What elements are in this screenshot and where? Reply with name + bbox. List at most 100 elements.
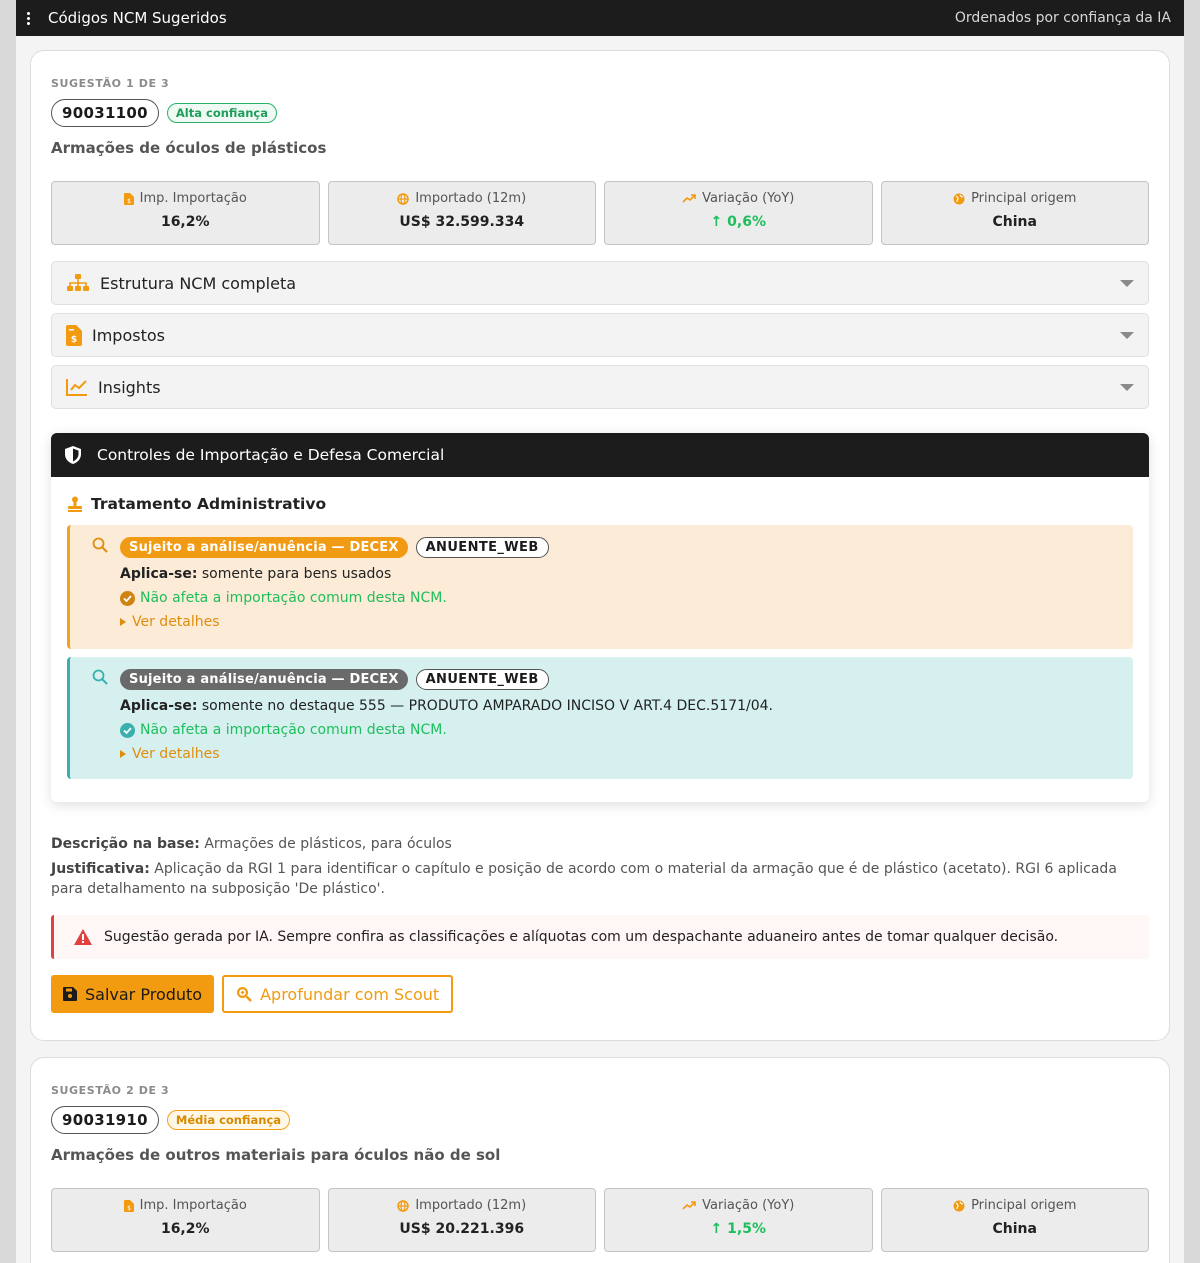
warning-text: Sugestão gerada por IA. Sempre confira a… bbox=[104, 929, 1059, 945]
stat-label: Variação (YoY) bbox=[702, 1198, 795, 1213]
warning-triangle-icon bbox=[74, 929, 92, 945]
stat-value: 16,2% bbox=[160, 214, 210, 230]
stat-main-origin: Principal origem China bbox=[880, 181, 1149, 245]
accordion-label: Insights bbox=[98, 377, 161, 397]
accordion-insights[interactable]: Insights bbox=[51, 365, 1149, 409]
status-ok-text: Não afeta a importação comum desta NCM. bbox=[140, 590, 447, 606]
search-icon bbox=[92, 669, 108, 685]
tax-document-icon: $ bbox=[123, 1199, 134, 1212]
description-block: Descrição na base: Armações de plásticos… bbox=[51, 834, 1149, 899]
stat-import-tax: $ Imp. Importação 16,2% bbox=[51, 181, 320, 245]
applies-text: somente para bens usados bbox=[201, 566, 392, 582]
globe-icon bbox=[397, 192, 410, 205]
caret-right-icon bbox=[120, 750, 126, 758]
check-circle-icon bbox=[120, 590, 135, 606]
details-label: Ver detalhes bbox=[132, 614, 220, 630]
accordion-label: Estrutura NCM completa bbox=[100, 273, 297, 293]
suggestion-card-2: SUGESTÃO 2 DE 3 90031910 Média confiança… bbox=[30, 1057, 1170, 1263]
import-controls-panel: Controles de Importação e Defesa Comerci… bbox=[51, 433, 1149, 802]
applies-label: Aplica-se: bbox=[120, 566, 198, 582]
floppy-disk-icon bbox=[63, 987, 77, 1001]
decex-chip: Sujeito a análise/anuência — DECEX bbox=[120, 537, 408, 558]
justification-text: Aplicação da RGI 1 para identificar o ca… bbox=[51, 861, 1117, 897]
stat-variation-yoy: Variação (YoY) ↑ 1,5% bbox=[604, 1188, 873, 1252]
stat-label: Principal origem bbox=[971, 191, 1077, 206]
arrow-up-icon: ↑ bbox=[710, 214, 723, 230]
stat-import-tax: $ Imp. Importação 16,2% bbox=[51, 1188, 320, 1252]
page-title: Códigos NCM Sugeridos bbox=[48, 9, 227, 27]
accordion-label: Impostos bbox=[92, 325, 165, 345]
section-title-text: Tratamento Administrativo bbox=[91, 495, 327, 513]
stat-label: Principal origem bbox=[971, 1198, 1077, 1213]
status-ok: Não afeta a importação comum desta NCM. bbox=[120, 590, 1119, 606]
save-button-label: Salvar Produto bbox=[85, 984, 203, 1004]
stat-main-origin: Principal origem China bbox=[880, 1188, 1149, 1252]
stat-label: Imp. Importação bbox=[139, 1198, 247, 1213]
scout-button[interactable]: Aprofundar com Scout bbox=[222, 975, 454, 1013]
caret-right-icon bbox=[120, 618, 126, 626]
invoice-dollar-icon: $ bbox=[66, 324, 82, 346]
applies-text: somente no destaque 555 — PRODUTO AMPARA… bbox=[201, 698, 773, 714]
stat-label: Importado (12m) bbox=[415, 191, 527, 206]
stat-value: 0,6% bbox=[727, 214, 766, 230]
stats-row: $ Imp. Importação 16,2% Importado (12m) … bbox=[51, 181, 1149, 245]
stat-value: China bbox=[992, 214, 1037, 230]
save-product-button[interactable]: Salvar Produto bbox=[51, 975, 215, 1013]
stat-label: Variação (YoY) bbox=[702, 191, 795, 206]
applies-label: Aplica-se: bbox=[120, 698, 198, 714]
svg-text:$: $ bbox=[71, 335, 77, 345]
chevron-down-icon bbox=[1120, 280, 1134, 287]
line-chart-icon bbox=[66, 379, 87, 396]
scout-button-label: Aprofundar com Scout bbox=[260, 984, 440, 1004]
ncm-code-pill: 90031910 bbox=[51, 1106, 159, 1134]
stat-value: 1,5% bbox=[727, 1221, 766, 1237]
kebab-menu-icon[interactable] bbox=[26, 11, 30, 25]
ncm-code-pill: 90031100 bbox=[51, 99, 159, 127]
anuente-tag: ANUENTE_WEB bbox=[415, 537, 549, 558]
control-rule-card: Sujeito a análise/anuência — DECEX ANUEN… bbox=[67, 525, 1133, 649]
controls-title: Controles de Importação e Defesa Comerci… bbox=[97, 446, 445, 464]
globe-icon bbox=[397, 1199, 410, 1212]
chevron-down-icon bbox=[1120, 384, 1134, 391]
accordion-taxes[interactable]: $ Impostos bbox=[51, 313, 1149, 357]
control-rule-card: Sujeito a análise/anuência — DECEX ANUEN… bbox=[67, 657, 1133, 779]
stat-value: US$ 32.599.334 bbox=[399, 214, 525, 230]
stat-imported-12m: Importado (12m) US$ 32.599.334 bbox=[327, 181, 596, 245]
product-title: Armações de outros materiais para óculos… bbox=[51, 1146, 501, 1164]
controls-header: Controles de Importação e Defesa Comerci… bbox=[51, 433, 1149, 477]
product-title: Armações de óculos de plásticos bbox=[51, 139, 327, 157]
details-toggle[interactable]: Ver detalhes bbox=[120, 746, 1119, 762]
arrow-up-icon: ↑ bbox=[710, 1221, 723, 1237]
status-ok-text: Não afeta a importação comum desta NCM. bbox=[140, 722, 447, 738]
accordion-ncm-structure[interactable]: Estrutura NCM completa bbox=[51, 261, 1149, 305]
svg-text:$: $ bbox=[127, 1205, 131, 1212]
confidence-badge: Média confiança bbox=[166, 1110, 291, 1130]
stat-value: China bbox=[992, 1221, 1037, 1237]
earth-icon bbox=[953, 193, 965, 204]
suggestion-eyebrow: SUGESTÃO 1 DE 3 bbox=[51, 77, 170, 90]
page-subtitle: Ordenados por confiança da IA bbox=[954, 10, 1171, 26]
trend-up-icon bbox=[682, 1200, 696, 1210]
sitemap-icon bbox=[67, 274, 89, 291]
applies-line: Aplica-se: somente para bens usados bbox=[120, 566, 1119, 582]
stat-imported-12m: Importado (12m) US$ 20.221.396 bbox=[327, 1188, 596, 1252]
status-ok: Não afeta a importação comum desta NCM. bbox=[120, 722, 1119, 738]
tax-document-icon: $ bbox=[123, 192, 134, 205]
shield-icon bbox=[65, 446, 81, 464]
justification-label: Justificativa: bbox=[51, 861, 150, 877]
description-label: Descrição na base: bbox=[51, 836, 200, 852]
stat-value: US$ 20.221.396 bbox=[399, 1221, 525, 1237]
stat-value: 16,2% bbox=[160, 1221, 210, 1237]
check-circle-icon bbox=[120, 722, 135, 738]
stamp-icon bbox=[68, 496, 82, 512]
earth-icon bbox=[953, 1200, 965, 1211]
search-icon bbox=[92, 537, 108, 553]
suggestion-eyebrow: SUGESTÃO 2 DE 3 bbox=[51, 1084, 170, 1097]
stat-variation-yoy: Variação (YoY) ↑ 0,6% bbox=[604, 181, 873, 245]
decex-chip: Sujeito a análise/anuência — DECEX bbox=[120, 669, 408, 690]
stat-label: Importado (12m) bbox=[415, 1198, 527, 1213]
applies-line: Aplica-se: somente no destaque 555 — PRO… bbox=[120, 698, 1119, 714]
details-toggle[interactable]: Ver detalhes bbox=[120, 614, 1119, 630]
ai-warning-banner: Sugestão gerada por IA. Sempre confira a… bbox=[51, 915, 1149, 959]
top-bar: Códigos NCM Sugeridos Ordenados por conf… bbox=[16, 0, 1184, 36]
